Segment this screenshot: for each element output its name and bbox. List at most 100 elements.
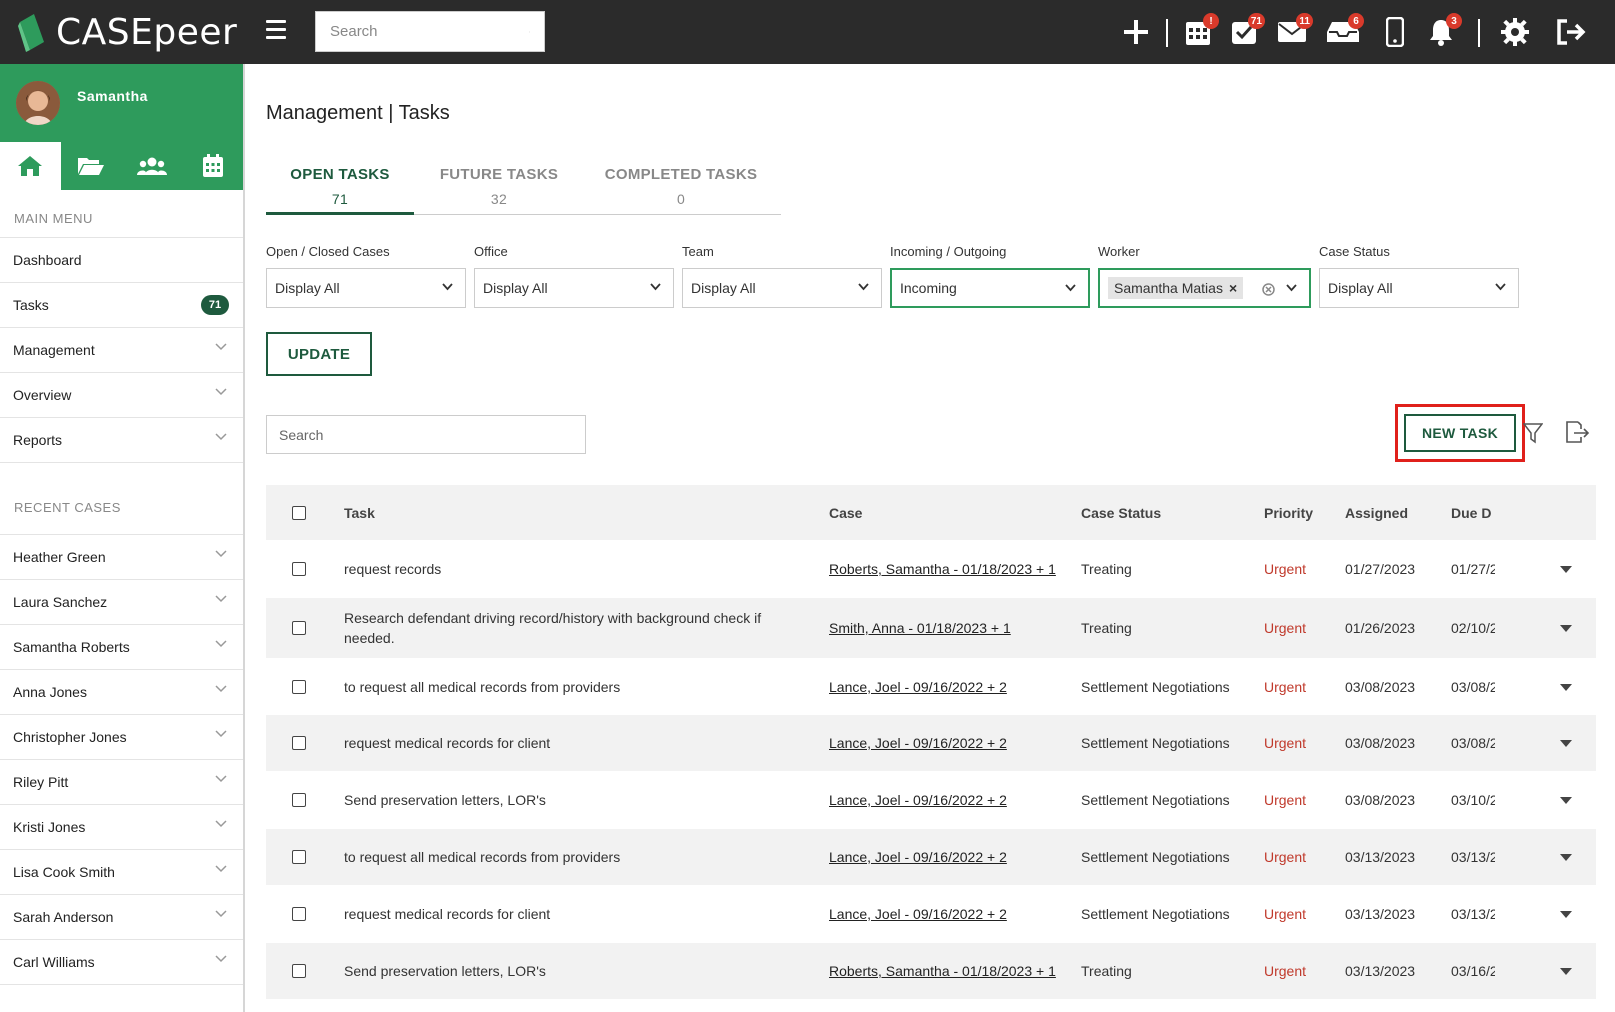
logout-icon[interactable] <box>1553 14 1589 50</box>
row-checkbox[interactable] <box>292 736 306 750</box>
sidebar-item-management[interactable]: Management <box>0 328 243 373</box>
global-search-input[interactable] <box>330 23 529 40</box>
row-expand-icon[interactable] <box>1560 625 1572 632</box>
table-row[interactable]: Research defendant driving record/histor… <box>266 598 1596 659</box>
row-checkbox[interactable] <box>292 850 306 864</box>
case-link[interactable]: Smith, Anna - 01/18/2023 + 1 <box>829 620 1011 636</box>
row-expand-icon[interactable] <box>1560 968 1572 975</box>
tab-completed-tasks[interactable]: COMPLETED TASKS 0 <box>596 154 766 215</box>
tab-future-tasks[interactable]: FUTURE TASKS 32 <box>434 154 564 215</box>
case-link[interactable]: Roberts, Samantha - 01/18/2023 + 1 <box>829 561 1056 577</box>
column-header-case[interactable]: Case <box>829 485 862 540</box>
recent-case-item[interactable]: Christopher Jones <box>0 715 243 760</box>
chevron-down-icon <box>215 730 227 738</box>
row-expand-icon[interactable] <box>1560 854 1572 861</box>
priority-cell: Urgent <box>1264 906 1307 922</box>
update-button[interactable]: UPDATE <box>266 332 372 376</box>
recent-case-item[interactable]: Laura Sanchez <box>0 580 243 625</box>
new-task-button[interactable]: NEW TASK <box>1404 414 1516 452</box>
row-expand-icon[interactable] <box>1560 911 1572 918</box>
column-header-priority[interactable]: Priority <box>1264 485 1313 540</box>
search-icon[interactable] <box>529 24 530 40</box>
row-checkbox[interactable] <box>292 679 306 694</box>
row-checkbox[interactable] <box>292 907 306 921</box>
task-cell: request medical records for client <box>344 906 551 922</box>
settings-gear-icon[interactable] <box>1497 14 1533 50</box>
tab-calendar[interactable] <box>182 142 243 190</box>
recent-case-item[interactable]: Lisa Cook Smith <box>0 850 243 895</box>
chip-remove-icon[interactable]: × <box>1229 280 1237 296</box>
office-select[interactable]: Display All <box>474 268 674 308</box>
calendar-grid-icon[interactable]: ! <box>1180 13 1219 50</box>
toolbar-divider <box>1166 19 1168 47</box>
tab-cases[interactable] <box>61 142 122 190</box>
due-date-cell: 02/10/2023 <box>1451 620 1495 636</box>
row-expand-icon[interactable] <box>1560 740 1572 747</box>
column-header-due-date[interactable]: Due D <box>1451 485 1491 540</box>
user-profile[interactable]: Samantha <box>0 64 243 142</box>
row-expand-icon[interactable] <box>1560 566 1572 573</box>
export-file-icon[interactable] <box>1564 420 1590 444</box>
case-link[interactable]: Roberts, Samantha - 01/18/2023 + 1 <box>829 963 1056 979</box>
chevron-down-icon <box>442 283 453 291</box>
row-checkbox[interactable] <box>292 621 306 635</box>
case-link[interactable]: Lance, Joel - 09/16/2022 + 2 <box>829 792 1007 808</box>
table-row[interactable]: Send preservation letters, LOR's Roberts… <box>266 943 1596 1000</box>
case-link[interactable]: Lance, Joel - 09/16/2022 + 2 <box>829 679 1007 695</box>
case-link[interactable]: Lance, Joel - 09/16/2022 + 2 <box>829 735 1007 751</box>
task-cell: request medical records for client <box>344 735 551 751</box>
assigned-cell: 03/13/2023 <box>1345 963 1416 979</box>
table-row[interactable]: to request all medical records from prov… <box>266 829 1596 886</box>
column-header-task[interactable]: Task <box>344 485 375 540</box>
assigned-cell: 03/08/2023 <box>1345 735 1416 751</box>
team-select[interactable]: Display All <box>682 268 882 308</box>
tasks-check-icon[interactable]: 71 <box>1226 13 1265 50</box>
recent-case-item[interactable]: Sarah Anderson <box>0 895 243 940</box>
case-status-select[interactable]: Display All <box>1319 268 1519 308</box>
worker-chip[interactable]: Samantha Matias × <box>1108 277 1244 299</box>
notifications-bell-icon[interactable]: 3 <box>1423 13 1462 50</box>
sidebar-item-tasks[interactable]: Tasks 71 <box>0 283 243 328</box>
row-checkbox[interactable] <box>292 562 306 576</box>
casepeer-logo[interactable]: CASEpeer <box>16 8 237 56</box>
worker-select[interactable]: Samantha Matias × <box>1098 268 1311 308</box>
tab-open-tasks[interactable]: OPEN TASKS 71 <box>266 154 414 215</box>
sidebar-item-overview[interactable]: Overview <box>0 373 243 418</box>
table-search-input[interactable] <box>266 415 586 454</box>
row-expand-icon[interactable] <box>1560 683 1572 691</box>
incoming-outgoing-select[interactable]: Incoming <box>890 268 1090 308</box>
recent-case-item[interactable]: Kristi Jones <box>0 805 243 850</box>
recent-case-item[interactable]: Samantha Roberts <box>0 625 243 670</box>
row-checkbox[interactable] <box>292 964 306 978</box>
table-row[interactable]: Send preservation letters, LOR's Lance, … <box>266 772 1596 829</box>
table-row[interactable]: request medical records for client Lance… <box>266 886 1596 943</box>
tab-home[interactable] <box>0 142 61 190</box>
column-header-assigned[interactable]: Assigned <box>1345 485 1408 540</box>
table-row[interactable]: request records Roberts, Samantha - 01/1… <box>266 541 1596 598</box>
recent-case-item[interactable]: Heather Green <box>0 535 243 580</box>
table-row[interactable]: to request all medical records from prov… <box>266 659 1596 715</box>
open-closed-select[interactable]: Display All <box>266 268 466 308</box>
sidebar-item-dashboard[interactable]: Dashboard <box>0 238 243 283</box>
filter-funnel-icon[interactable] <box>1523 422 1543 444</box>
recent-case-item[interactable]: Riley Pitt <box>0 760 243 805</box>
tab-contacts[interactable] <box>122 142 183 190</box>
select-all-checkbox[interactable] <box>292 505 306 520</box>
mail-icon[interactable]: 11 <box>1274 13 1313 50</box>
table-row[interactable]: request medical records for client Lance… <box>266 715 1596 772</box>
row-expand-icon[interactable] <box>1560 797 1572 804</box>
case-link[interactable]: Lance, Joel - 09/16/2022 + 2 <box>829 849 1007 865</box>
task-cell: Send preservation letters, LOR's <box>344 963 546 979</box>
mobile-phone-icon[interactable] <box>1377 14 1413 50</box>
row-checkbox[interactable] <box>292 793 306 807</box>
recent-case-item[interactable]: Anna Jones <box>0 670 243 715</box>
case-link[interactable]: Lance, Joel - 09/16/2022 + 2 <box>829 906 1007 922</box>
sidebar-item-reports[interactable]: Reports <box>0 418 243 463</box>
column-header-case-status[interactable]: Case Status <box>1081 485 1161 540</box>
recent-case-item[interactable]: Carl Williams <box>0 940 243 985</box>
clear-icon[interactable] <box>1262 283 1275 296</box>
add-icon[interactable] <box>1118 14 1154 50</box>
inbox-tray-icon[interactable]: 6 <box>1325 13 1364 50</box>
hamburger-menu-icon[interactable] <box>266 20 286 39</box>
case-status-cell: Settlement Negotiations <box>1081 906 1230 922</box>
